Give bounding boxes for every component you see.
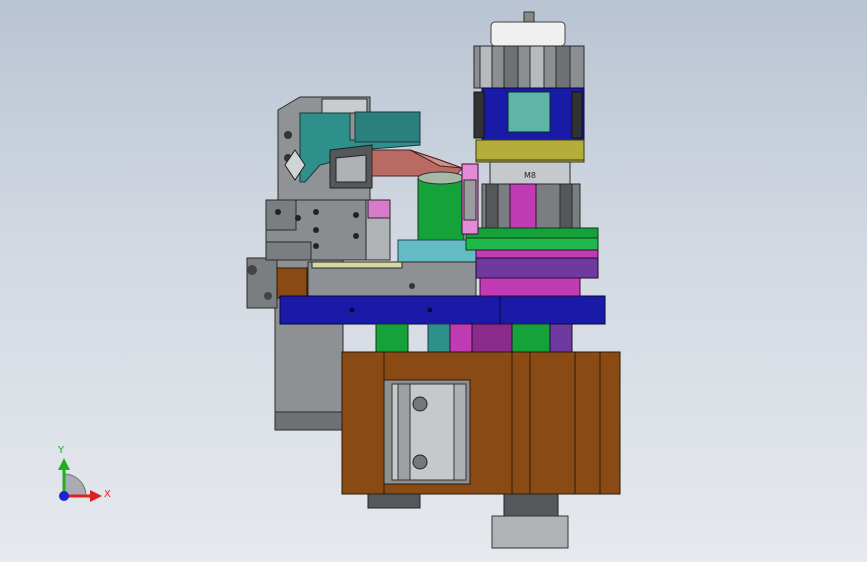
lower-shafts bbox=[375, 323, 573, 357]
coordinate-triad: Y X bbox=[57, 445, 111, 502]
brown-base-block bbox=[341, 351, 621, 495]
y-axis-label: Y bbox=[57, 445, 65, 456]
origin-marker bbox=[59, 491, 69, 501]
x-arrowhead bbox=[90, 490, 102, 502]
navy-plate bbox=[279, 295, 606, 325]
part-label: M8 bbox=[524, 171, 536, 180]
right-tower bbox=[461, 11, 599, 297]
y-arrowhead bbox=[58, 458, 70, 470]
assembly-model[interactable]: M8 Y X bbox=[0, 0, 867, 562]
bottom-feet bbox=[367, 493, 569, 549]
x-axis-label: X bbox=[104, 489, 111, 500]
cad-viewport[interactable]: M8 Y X bbox=[0, 0, 867, 562]
brown-small-block bbox=[276, 267, 308, 299]
